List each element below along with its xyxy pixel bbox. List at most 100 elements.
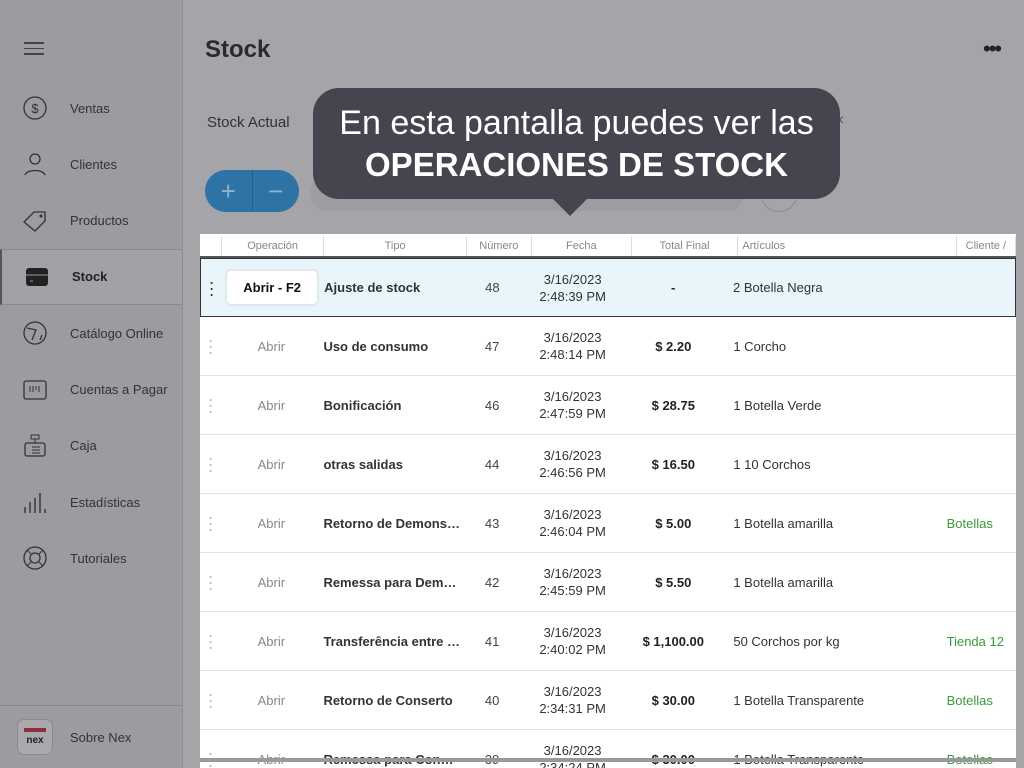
row-menu-icon[interactable]: ··· (200, 449, 221, 479)
sidebar-item-label: Caja (70, 438, 97, 454)
more-options-icon[interactable]: ••• (983, 36, 1002, 62)
table-row[interactable]: ··· Abrir Retorno de Demonstração 43 3/1… (200, 494, 1016, 553)
cell-total: - (670, 280, 676, 295)
dollar-icon: $ (22, 95, 48, 121)
cell-fecha: 3/16/2023 2:46:56 PM (524, 447, 621, 481)
cell-tipo: Ajuste de stock (324, 280, 421, 295)
tooltip-line1: En esta pantalla puedes ver las (339, 104, 814, 142)
cell-total: $ 1,100.00 (642, 633, 705, 649)
cell-time: 2:47:59 PM (539, 406, 606, 421)
lifebuoy-icon (22, 545, 48, 571)
open-button[interactable]: Abrir (258, 457, 285, 472)
open-button[interactable]: Abrir (258, 398, 285, 413)
row-menu-icon[interactable]: ··· (201, 273, 222, 303)
open-button[interactable]: Abrir (258, 339, 285, 354)
row-menu-icon[interactable]: ··· (200, 685, 221, 715)
cell-time: 2:46:56 PM (539, 465, 606, 480)
cell-tipo: Transferência entre lojas (323, 633, 460, 649)
table-row[interactable]: ··· Abrir Remessa para Conserto 39 3/16/… (200, 730, 1016, 768)
sidebar-item-productos[interactable]: Productos (0, 193, 182, 249)
row-menu-icon[interactable]: ··· (200, 390, 221, 420)
sidebar-item-label: Estadísticas (70, 494, 141, 510)
table-row[interactable]: ··· Abrir Remessa para Demonstração 42 3… (200, 553, 1016, 612)
sidebar-item-cuentas-a-pagar[interactable]: Cuentas a Pagar (0, 362, 182, 418)
sidebar-item-ventas[interactable]: $ Ventas (0, 80, 182, 136)
cell-articulos: 1 Botella amarilla (733, 574, 834, 590)
cell-tipo: otras salidas (323, 456, 403, 472)
row-menu-icon[interactable]: ··· (200, 626, 221, 656)
col-operacion[interactable]: Operación (222, 236, 325, 256)
cell-cliente: Botellas (946, 692, 993, 708)
svg-text:$: $ (31, 101, 39, 116)
open-button[interactable]: Abrir (258, 516, 285, 531)
cell-time: 2:40:02 PM (539, 642, 606, 657)
open-button[interactable]: Abrir (258, 693, 285, 708)
sidebar-item-about[interactable]: nex Sobre Nex (0, 705, 182, 768)
tab-stock-actual[interactable]: Stock Actual (207, 114, 290, 131)
col-tipo[interactable]: Tipo (324, 236, 467, 256)
col-articulos[interactable]: Artículos (738, 236, 957, 256)
cell-date: 3/16/2023 (543, 448, 602, 463)
cell-date: 3/16/2023 (543, 625, 602, 640)
row-menu-icon[interactable]: ··· (200, 567, 221, 597)
table-row[interactable]: · · · Abrir Retorno de Conserto 40 3/16/20… (200, 671, 1016, 730)
table-row[interactable]: ··· Abrir Transferência entre lojas 41 3… (200, 612, 1016, 671)
col-total[interactable]: Total Final (632, 236, 739, 256)
sidebar-item-catálogo-online[interactable]: Catálogo Online (0, 305, 182, 361)
tutorial-tooltip: En esta pantalla puedes ver las OPERACIO… (313, 88, 840, 216)
sidebar-item-label: Cuentas a Pagar (70, 382, 168, 397)
barcode-icon (22, 377, 48, 403)
tooltip-line2: OPERACIONES DE STOCK (365, 146, 788, 183)
table-row[interactable]: · · · Abrir otras salidas 44 3/16/2023 2:46… (200, 435, 1016, 494)
cell-fecha: 3/16/2023 2:34:31 PM (524, 683, 621, 717)
box-icon (24, 264, 50, 290)
table-row[interactable]: · · · Abrir Bonificación 46 3/16/2023 2:47:… (200, 376, 1016, 435)
horizontal-scrollbar[interactable] (200, 758, 1016, 762)
open-button[interactable]: Abrir (258, 575, 285, 590)
cell-time: 2:48:14 PM (539, 347, 606, 362)
cell-tipo: Retorno de Conserto (323, 692, 453, 708)
cell-numero: 42 (484, 574, 500, 590)
sidebar-item-clientes[interactable]: Clientes (0, 136, 182, 192)
open-button[interactable]: Abrir (258, 634, 285, 649)
col-fecha[interactable]: Fecha (532, 236, 632, 256)
cell-tipo: Uso de consumo (323, 338, 429, 354)
cell-total: $ 5.00 (655, 515, 692, 531)
cell-total: $ 5.50 (655, 574, 692, 590)
cell-total: $ 2.20 (655, 338, 692, 354)
sidebar-item-estadísticas[interactable]: Estadísticas (0, 474, 182, 530)
cell-total: $ 30.00 (651, 692, 695, 708)
open-button[interactable]: Abrir - F2 (227, 271, 318, 304)
table-header: Operación Tipo Número Fecha Total Final … (200, 236, 1016, 258)
table-row[interactable]: · · · Abrir Uso de consumo 47 3/16/2023 2:4… (200, 317, 1016, 376)
globe-icon (22, 320, 48, 346)
cell-tipo: Remessa para Demonstração (323, 574, 460, 590)
sidebar-item-caja[interactable]: Caja (0, 418, 182, 474)
table-row[interactable]: · · · Abrir - F2 Ajuste de stock 48 3/16/2… (200, 258, 1016, 317)
sidebar-item-label: Productos (70, 213, 129, 229)
cell-date: 3/16/2023 (543, 389, 602, 404)
cell-fecha: 3/16/2023 2:40:02 PM (524, 624, 621, 658)
tag-icon (22, 208, 48, 234)
remove-stock-button[interactable]: − (253, 170, 300, 212)
cell-articulos: 1 10 Corchos (733, 456, 811, 472)
sidebar-item-tutoriales[interactable]: Tutoriales (0, 530, 182, 586)
operations-table: Operación Tipo Número Fecha Total Final … (200, 234, 1016, 768)
cell-articulos: 50 Corchos por kg (733, 633, 840, 649)
logo-text: nex (26, 735, 44, 746)
cell-numero: 43 (484, 515, 500, 531)
cell-articulos: 1 Botella amarilla (733, 515, 834, 531)
col-numero[interactable]: Número (467, 236, 532, 256)
cell-numero: 41 (484, 633, 500, 649)
menu-icon[interactable] (24, 42, 44, 56)
row-menu-icon[interactable]: ··· (200, 508, 221, 538)
sidebar-item-label: Catálogo Online (70, 325, 164, 341)
sidebar-item-stock[interactable]: Stock (0, 248, 182, 305)
col-cliente[interactable]: Cliente / (957, 236, 1016, 256)
cell-time: 2:46:04 PM (539, 524, 606, 539)
cell-numero: 47 (484, 338, 500, 354)
cell-time: 2:45:59 PM (539, 583, 606, 598)
sidebar-item-label: Tutoriales (70, 550, 127, 566)
row-menu-icon[interactable]: ··· (200, 331, 221, 361)
add-stock-button[interactable]: + (205, 170, 253, 212)
